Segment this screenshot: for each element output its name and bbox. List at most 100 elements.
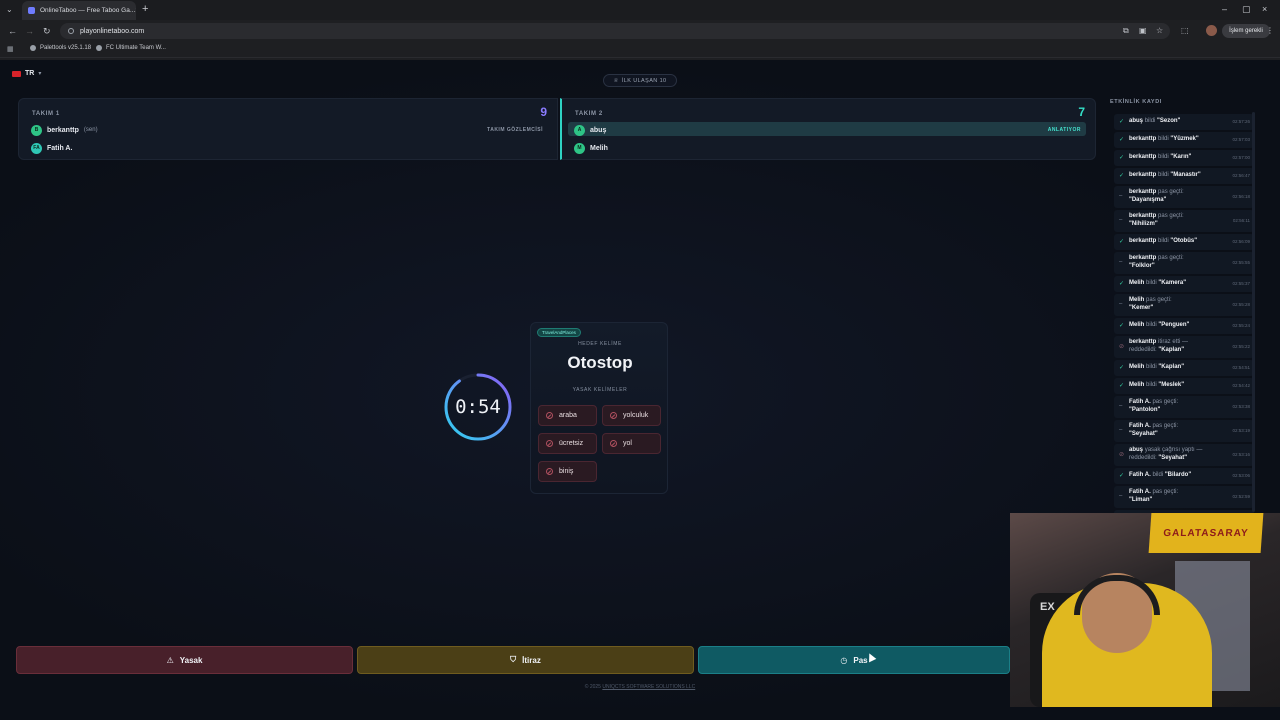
check-icon: ✓ (1119, 473, 1125, 479)
bookmark-label: Palettools v25.1.18 (40, 45, 92, 51)
log-player: Melih (1129, 297, 1145, 303)
log-action: bildi (1146, 280, 1157, 286)
bookmark-item[interactable]: Palettools v25.1.18 (30, 45, 91, 51)
log-player: berkanttp (1129, 213, 1157, 219)
log-word: "Karın" (1170, 154, 1192, 160)
team-name: TAKIM 1 (32, 111, 60, 117)
log-entry-text: abuş yasak çağrısı yaptı — reddedildi: "S… (1129, 447, 1221, 462)
forbidden-word-text: biniş (559, 468, 574, 475)
log-entry: – berkanttp pas geçti: "Folklor" 02:55:55 (1114, 252, 1254, 274)
player-name: berkanttp (47, 126, 79, 134)
log-action: pas geçti: (1158, 189, 1184, 195)
forbidden-word: araba (538, 405, 597, 426)
log-action: itiraz etti — (1158, 339, 1189, 345)
log-word: "Sezon" (1157, 118, 1181, 124)
site-info-icon[interactable] (68, 28, 74, 34)
log-player: berkanttp (1129, 154, 1157, 160)
log-entry: ⊘ abuş yasak çağrısı yaptı — reddedildi: "… (1114, 444, 1254, 466)
log-word: "Otobüs" (1170, 238, 1198, 244)
forbidden-word: biniş (538, 461, 597, 482)
log-player: Fatih A. (1129, 399, 1151, 405)
log-entry-text: berkanttp pas geçti: "Nihilizm" (1129, 213, 1221, 228)
log-action: bildi (1152, 472, 1164, 478)
log-entry: ✓ berkanttp bildi "Manastır" 02:56:47 (1114, 168, 1254, 184)
profile-status-button[interactable]: İşlem gerekli (1222, 24, 1270, 38)
challenge-button[interactable]: ⛉ İtiraz (357, 646, 694, 674)
log-player: Fatih A. (1129, 489, 1151, 495)
footer-company-link[interactable]: UNIQCTS SOFTWARE SOLUTIONS LLC (602, 684, 695, 690)
pass-icon: – (1119, 493, 1123, 499)
log-player: berkanttp (1129, 172, 1157, 178)
log-time: 02:57:03 (1232, 137, 1250, 142)
apps-grid-icon[interactable]: ▦ (7, 45, 14, 53)
log-entry: ✓ berkanttp bildi "Karın" 02:57:00 (1114, 150, 1254, 166)
new-tab-icon[interactable]: + (142, 3, 148, 15)
tab-title: OnlineTaboo — Free Taboo Ga... (40, 7, 136, 14)
log-time: 02:56:47 (1232, 173, 1250, 178)
log-action: bildi (1146, 322, 1157, 328)
log-action: pas geçti: (1146, 297, 1172, 303)
log-player: abuş (1129, 447, 1144, 453)
browser-tab[interactable]: OnlineTaboo — Free Taboo Ga... × (22, 1, 136, 20)
reload-icon[interactable]: ↻ (43, 26, 51, 37)
maximize-icon[interactable]: ▢ (1242, 4, 1251, 15)
bookmark-item[interactable]: FC Ultimate Team W... (96, 45, 166, 51)
log-action: bildi (1158, 154, 1169, 160)
log-word: "Pantolon" (1129, 406, 1161, 413)
log-word: "Meslek" (1158, 382, 1185, 388)
log-player: abuş (1129, 118, 1144, 124)
check-icon: ✓ (1119, 119, 1125, 125)
log-time: 02:55:22 (1232, 344, 1250, 349)
log-action: pas geçti: (1152, 423, 1179, 429)
log-entry: – berkanttp pas geçti: "Dayanışma" 02:56:1… (1114, 186, 1254, 208)
check-icon: ✓ (1119, 173, 1125, 179)
taboo-button[interactable]: ⚠ Yasak (16, 646, 353, 674)
log-entry-text: berkanttp itiraz etti — reddedildi: "Kapl… (1129, 339, 1221, 354)
player-avatar: A (574, 124, 585, 136)
log-time: 02:52:59 (1232, 494, 1250, 499)
log-time: 02:55:37 (1232, 281, 1250, 286)
player-avatar: FA (31, 142, 42, 154)
log-entry: ✓ Melih bildi "Meslek" 02:54:42 (1114, 378, 1254, 394)
log-word: "Liman" (1129, 496, 1153, 503)
language-selector[interactable]: TR ▾ (12, 70, 41, 77)
translate-icon[interactable]: ⧉ (1123, 26, 1129, 36)
log-entry: ✓ Melih bildi "Kamera" 02:55:37 (1114, 276, 1254, 292)
extensions-icon[interactable]: ⬚ (1181, 26, 1189, 35)
address-bar[interactable]: playonlinetaboo.com (60, 23, 1170, 39)
log-player: berkanttp (1129, 339, 1157, 345)
log-player: Fatih A. (1129, 472, 1151, 478)
log-time: 02:57:00 (1232, 155, 1250, 160)
log-entry: ✓ berkanttp bildi "Otobüs" 02:56:09 (1114, 234, 1254, 250)
log-entry-text: Melih bildi "Kamera" (1129, 280, 1221, 288)
category-badge: TravelAndPlaces (537, 328, 581, 337)
cast-icon[interactable]: ▣ (1139, 26, 1147, 35)
profile-avatar[interactable] (1206, 25, 1217, 36)
forward-icon[interactable]: → (25, 26, 34, 36)
close-window-icon[interactable]: × (1262, 4, 1267, 14)
check-icon: ✓ (1119, 137, 1125, 143)
webcam-banner: GALATASARAY (1148, 513, 1264, 553)
bookmark-star-icon[interactable]: ☆ (1156, 26, 1163, 35)
log-player: berkanttp (1129, 189, 1157, 195)
log-action: yasak çağrısı yaptı — (1144, 447, 1203, 453)
taboo-button-label: Yasak (179, 655, 203, 665)
trophy-icon: ♕ (613, 77, 619, 84)
log-player: Melih (1129, 280, 1145, 286)
minimize-icon[interactable]: – (1222, 4, 1227, 14)
log-time: 02:57:26 (1232, 119, 1250, 124)
log-entry-text: Melih bildi "Kaplan" (1129, 364, 1221, 372)
pass-icon: – (1119, 193, 1123, 199)
close-tab-icon[interactable]: × (135, 6, 136, 15)
log-entry: – Melih pas geçti: "Kemer" 02:55:28 (1114, 294, 1254, 316)
log-time: 02:55:28 (1232, 302, 1250, 307)
log-time: 02:54:42 (1232, 383, 1250, 388)
activity-log-scrollbar[interactable] (1252, 112, 1255, 512)
menu-icon[interactable]: ⋮ (1266, 26, 1274, 35)
webcam-overlay: GALATASARAY EX (1010, 513, 1280, 707)
pass-button[interactable]: ◷ Pas (698, 646, 1010, 674)
back-icon[interactable]: ← (8, 26, 17, 36)
log-action: bildi (1146, 364, 1157, 370)
tab-search-icon[interactable]: ⌄ (6, 5, 13, 14)
log-time: 02:55:24 (1232, 323, 1250, 328)
